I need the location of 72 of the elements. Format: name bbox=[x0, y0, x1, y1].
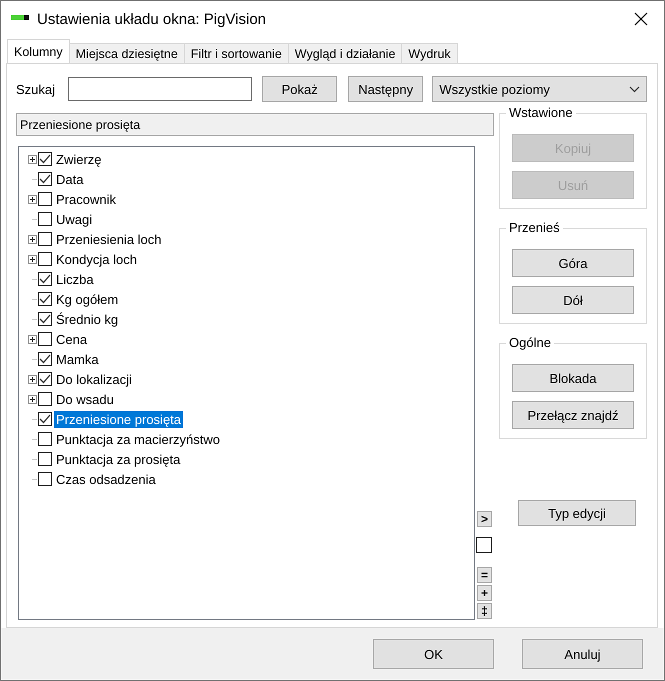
group-button[interactable]: Blokada bbox=[512, 364, 634, 392]
checkbox[interactable] bbox=[38, 332, 52, 346]
close-icon bbox=[634, 12, 648, 26]
window-title: Ustawienia układu okna: PigVision bbox=[37, 10, 268, 28]
small-button[interactable]: = bbox=[476, 567, 492, 583]
app-icon bbox=[11, 15, 29, 23]
checkbox[interactable] bbox=[38, 452, 52, 466]
checkbox[interactable] bbox=[38, 152, 52, 166]
tree-item[interactable]: Punktacja za prosięta bbox=[54, 450, 182, 468]
checkbox[interactable] bbox=[38, 292, 52, 306]
checkbox[interactable] bbox=[476, 537, 492, 553]
group-button[interactable]: Dół bbox=[512, 286, 634, 314]
level-dropdown[interactable]: Wszystkie poziomy bbox=[432, 76, 647, 102]
checkbox[interactable] bbox=[38, 232, 52, 246]
checkbox[interactable] bbox=[38, 372, 52, 386]
tree-item[interactable]: Kondycja loch bbox=[54, 250, 139, 268]
expand-icon[interactable] bbox=[28, 394, 37, 404]
dialog-button[interactable]: Anuluj bbox=[522, 639, 643, 669]
tab[interactable]: Wygląd i działanie bbox=[288, 43, 402, 63]
checkbox[interactable] bbox=[38, 472, 52, 486]
tab[interactable]: Wydruk bbox=[401, 43, 458, 63]
expand-icon[interactable] bbox=[28, 194, 37, 204]
tree-item[interactable]: Cena bbox=[54, 330, 90, 348]
group-title: Ogólne bbox=[506, 335, 554, 350]
checkbox[interactable] bbox=[38, 192, 52, 206]
expand-icon[interactable] bbox=[28, 254, 37, 264]
tree-item[interactable]: Uwagi bbox=[54, 210, 94, 228]
expand-icon[interactable] bbox=[28, 334, 37, 344]
tab[interactable]: Miejsca dziesiętne bbox=[68, 43, 185, 63]
tree-item[interactable]: Czas odsadzenia bbox=[54, 470, 158, 488]
tree-item[interactable]: Zwierzę bbox=[54, 150, 104, 168]
checkbox[interactable] bbox=[38, 272, 52, 286]
tree-item[interactable]: Do wsadu bbox=[54, 390, 116, 408]
chevron-down-icon bbox=[629, 86, 640, 92]
path-field: Przeniesione prosięta bbox=[16, 113, 494, 136]
search-field[interactable] bbox=[68, 77, 252, 101]
tree-item[interactable]: Pracownik bbox=[54, 190, 118, 208]
expand-icon[interactable] bbox=[28, 234, 37, 244]
tree-item[interactable]: Do lokalizacji bbox=[54, 370, 134, 388]
small-button[interactable]: + bbox=[476, 585, 492, 601]
small-button[interactable]: > bbox=[476, 511, 492, 527]
tree-item[interactable]: Przeniesienia loch bbox=[54, 230, 164, 248]
next-button[interactable]: Następny bbox=[348, 76, 424, 102]
tree-item[interactable]: Punktacja za macierzyństwo bbox=[54, 430, 222, 448]
checkbox[interactable] bbox=[38, 352, 52, 366]
group-title: Przenieś bbox=[506, 220, 563, 235]
tree-item[interactable]: Przeniesione prosięta bbox=[54, 410, 184, 428]
expand-icon[interactable] bbox=[28, 154, 37, 164]
dialog-button[interactable]: OK bbox=[373, 639, 494, 669]
tree-item[interactable]: Średnio kg bbox=[54, 310, 120, 328]
checkbox[interactable] bbox=[38, 392, 52, 406]
checkbox[interactable] bbox=[38, 212, 52, 226]
column-tree[interactable] bbox=[18, 146, 475, 620]
checkbox[interactable] bbox=[38, 172, 52, 186]
tree-item[interactable]: Data bbox=[54, 170, 86, 188]
tree-item[interactable]: Mamka bbox=[54, 350, 101, 368]
tree-item[interactable]: Liczba bbox=[54, 270, 96, 288]
group-title: Wstawione bbox=[506, 105, 576, 120]
tree-item[interactable]: Kg ogółem bbox=[54, 290, 120, 308]
search-label: Szukaj bbox=[16, 82, 56, 96]
tab[interactable]: Filtr i sortowanie bbox=[184, 43, 289, 63]
group-button[interactable]: Przełącz znajdź bbox=[512, 401, 634, 429]
show-button[interactable]: Pokaż bbox=[262, 76, 337, 102]
checkbox[interactable] bbox=[38, 252, 52, 266]
small-button[interactable]: ‡ bbox=[476, 603, 492, 619]
checkbox[interactable] bbox=[38, 412, 52, 426]
group-button[interactable]: Góra bbox=[512, 249, 634, 277]
checkbox[interactable] bbox=[38, 312, 52, 326]
expand-icon[interactable] bbox=[28, 374, 37, 384]
tab[interactable]: Kolumny bbox=[7, 39, 70, 63]
edit-type-button[interactable]: Typ edycji bbox=[518, 500, 636, 526]
checkbox[interactable] bbox=[38, 432, 52, 446]
